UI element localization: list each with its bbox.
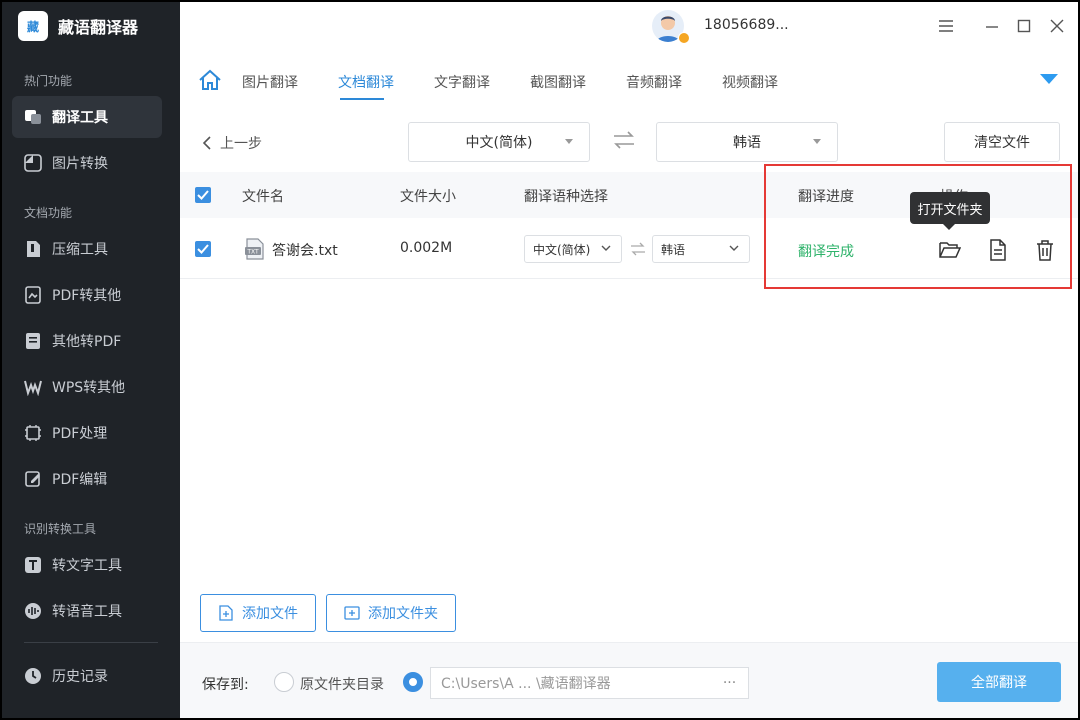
brand: 藏 藏语翻译器 [18,11,139,41]
sidebar-divider [24,642,158,643]
sidebar: 藏 藏语翻译器 热门功能 翻译工具 图片转换 文档功能 压缩工具 PDF转其他 … [2,2,180,718]
txt-file-icon: TXT [244,238,266,264]
home-icon[interactable] [198,69,222,95]
compress-icon [24,240,42,258]
file-size: 0.002M [400,240,453,256]
sidebar-item-pdf-process[interactable]: PDF处理 [12,412,162,454]
row-checkbox[interactable] [195,241,211,257]
caret-down-icon [813,139,821,144]
minimize-icon[interactable] [980,14,1004,38]
swap-language-icon[interactable] [612,130,636,154]
pdf-edit-icon [24,470,42,488]
close-icon[interactable] [1045,14,1069,38]
file-name: 答谢会.txt [272,243,338,259]
translate-icon [24,108,42,126]
row-source-language-select[interactable]: 中文(简体) [524,235,622,263]
sidebar-item-to-text[interactable]: 转文字工具 [12,544,162,586]
sidebar-item-to-voice[interactable]: 转语音工具 [12,590,162,632]
tab-video-translate[interactable]: 视频翻译 [722,72,778,92]
tab-audio-translate[interactable]: 音频翻译 [626,72,682,92]
maximize-icon[interactable] [1012,14,1036,38]
save-to-label: 保存到: [202,677,249,693]
collapse-arrow-icon[interactable] [1040,74,1058,84]
radio-original-folder[interactable] [274,672,294,692]
sidebar-item-history[interactable]: 历史记录 [12,655,162,697]
highlight-box [764,164,1072,289]
app-title: 藏语翻译器 [58,18,139,37]
active-tab-indicator [340,98,384,100]
sidebar-item-pdf-convert[interactable]: PDF转其他 [12,274,162,316]
add-folder-icon [344,606,360,620]
sidebar-section-recognize: 识别转换工具 [24,522,97,536]
tab-image-translate[interactable]: 图片翻译 [242,72,298,92]
svg-text:TXT: TXT [246,249,259,256]
sidebar-item-wps[interactable]: WPS转其他 [12,366,162,408]
sidebar-item-translate[interactable]: 翻译工具 [12,96,162,138]
to-pdf-icon [24,332,42,350]
clear-files-button[interactable]: 清空文件 [944,122,1060,162]
sidebar-item-image-convert[interactable]: 图片转换 [12,142,162,184]
radio-custom-path[interactable] [403,672,423,692]
chevron-down-icon [601,245,611,251]
sidebar-item-compress[interactable]: 压缩工具 [12,228,162,270]
pdf-process-icon [24,424,42,442]
save-path-input[interactable]: C:\Users\A ... \藏语翻译器 [430,667,712,699]
row-target-language-select[interactable]: 韩语 [652,235,750,263]
sidebar-item-to-pdf[interactable]: 其他转PDF [12,320,162,362]
app-logo: 藏 [18,11,48,41]
back-button[interactable]: 上一步 [202,133,262,153]
source-language-select[interactable]: 中文(简体) [408,122,590,162]
add-file-icon [219,605,233,621]
header-language: 翻译语种选择 [524,189,608,205]
select-all-checkbox[interactable] [195,187,211,203]
pdf-convert-icon [24,286,42,304]
app-window: 藏 藏语翻译器 热门功能 翻译工具 图片转换 文档功能 压缩工具 PDF转其他 … [2,2,1078,718]
caret-down-icon [565,139,573,144]
add-folder-button[interactable]: 添加文件夹 [326,594,456,632]
chevron-left-icon [202,136,211,150]
header-file-size: 文件大小 [400,189,456,205]
translate-all-button[interactable]: 全部翻译 [937,662,1061,702]
tab-screenshot-translate[interactable]: 截图翻译 [530,72,586,92]
tab-doc-translate[interactable]: 文档翻译 [338,72,394,92]
history-icon [24,667,42,685]
sidebar-item-pdf-edit[interactable]: PDF编辑 [12,458,162,500]
vip-badge-icon [678,32,690,44]
header-file-name: 文件名 [242,189,284,205]
chevron-down-icon [729,245,739,251]
to-text-icon [24,556,42,574]
image-convert-icon [24,154,42,172]
tab-text-translate[interactable]: 文字翻译 [434,72,490,92]
menu-icon[interactable] [934,14,958,38]
sidebar-section-hot: 热门功能 [24,74,73,88]
to-voice-icon [24,602,42,620]
username[interactable]: 18056689... [704,17,789,33]
add-file-button[interactable]: 添加文件 [200,594,316,632]
target-language-select[interactable]: 韩语 [656,122,838,162]
radio-original-folder-label[interactable]: 原文件夹目录 [300,674,384,694]
wps-icon [24,378,42,396]
row-swap-language-icon[interactable] [630,242,646,260]
sidebar-section-doc: 文档功能 [24,206,73,220]
browse-path-button[interactable]: ··· [711,667,749,699]
